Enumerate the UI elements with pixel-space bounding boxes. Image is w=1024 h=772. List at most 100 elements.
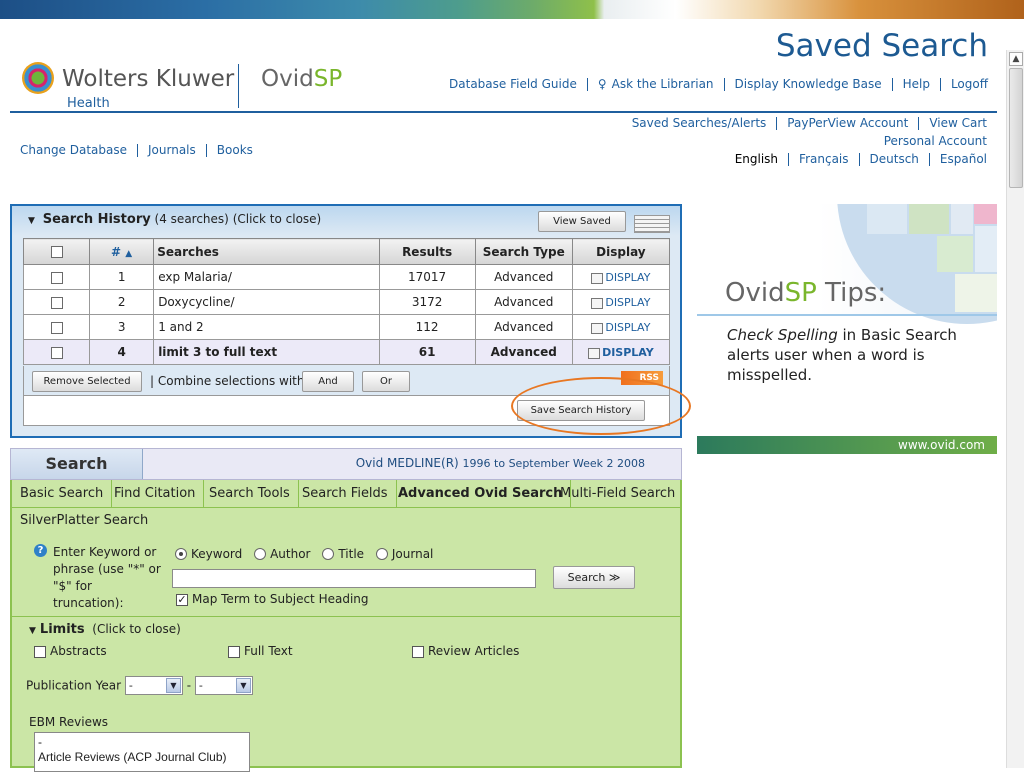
collapse-triangle-icon: ▼: [29, 626, 36, 636]
tab-basic-search[interactable]: Basic Search: [12, 480, 113, 507]
search-history-header[interactable]: ▼ Search History (4 searches) (Click to …: [28, 212, 321, 227]
limit-abstracts-checkbox[interactable]: [34, 645, 46, 658]
map-term-label: Map Term to Subject Heading: [192, 592, 369, 606]
ovidsp-tips-ad[interactable]: OvidSP Tips: Check Spelling in Basic Sea…: [697, 204, 997, 454]
ebm-reviews-label: EBM Reviews: [29, 715, 109, 729]
display-link[interactable]: DISPLAY: [591, 271, 650, 284]
row-checkbox[interactable]: [50, 321, 63, 334]
lang-english[interactable]: English: [725, 153, 788, 166]
search-mode-radios: Keyword Author Title Journal: [175, 546, 441, 561]
row-checkbox[interactable]: [50, 346, 63, 359]
logo-divider: [238, 64, 239, 108]
link-journals[interactable]: Journals: [137, 144, 206, 157]
row-checkbox[interactable]: [50, 271, 63, 284]
language-links: English Français Deutsch Español: [725, 153, 997, 166]
nav-database-field-guide[interactable]: Database Field Guide: [439, 78, 587, 91]
ad-square: [937, 236, 973, 272]
view-saved-button[interactable]: View Saved: [538, 211, 626, 232]
search-section-tab[interactable]: Search: [11, 449, 143, 479]
ad-title-ovid: Ovid: [725, 278, 785, 308]
account-links-2: Personal Account: [874, 135, 997, 148]
link-saved-searches-alerts[interactable]: Saved Searches/Alerts: [622, 117, 777, 130]
radio-keyword[interactable]: [175, 547, 187, 560]
search-tabs: Basic Search Find Citation Search Tools …: [12, 480, 680, 536]
remove-selected-button[interactable]: Remove Selected: [32, 371, 142, 392]
tab-silverplatter-search[interactable]: SilverPlatter Search: [12, 507, 156, 534]
ad-decoration: OvidSP Tips:: [697, 204, 997, 324]
radio-author[interactable]: [254, 547, 267, 560]
radio-title[interactable]: [322, 547, 335, 560]
ebm-reviews-list[interactable]: - Article Reviews (ACP Journal Club): [34, 732, 250, 772]
display-link[interactable]: DISPLAY: [591, 321, 650, 334]
tab-multi-field-search[interactable]: Multi-Field Search: [552, 480, 683, 507]
ad-title: OvidSP Tips:: [725, 278, 886, 308]
row-number: 1: [89, 264, 155, 290]
search-history-title: Search History: [42, 212, 151, 227]
tab-advanced-ovid-search[interactable]: Advanced Ovid Search: [390, 480, 572, 507]
scrollbar-thumb[interactable]: [1009, 68, 1023, 188]
link-personal-account[interactable]: Personal Account: [874, 135, 997, 148]
map-term-checkbox[interactable]: ✓: [176, 593, 188, 606]
col-results: Results: [378, 238, 476, 265]
scroll-up-icon[interactable]: ▲: [1009, 52, 1023, 66]
radio-author-label: Author: [270, 546, 311, 561]
page-scrollbar[interactable]: ▲: [1006, 50, 1024, 768]
display-link[interactable]: DISPLAY: [591, 296, 650, 309]
row-select-cell: [22, 314, 91, 340]
lang-francais[interactable]: Français: [788, 153, 858, 166]
search-button[interactable]: Search ≫: [553, 566, 635, 589]
tab-search-tools[interactable]: Search Tools: [201, 480, 299, 507]
nav-ask-the-librarian[interactable]: ♀ Ask the Librarian: [586, 78, 724, 91]
limit-abstracts-label: Abstracts: [50, 644, 107, 658]
nav-display-knowledge-base[interactable]: Display Knowledge Base: [723, 78, 892, 91]
table-row: 1 exp Malaria/ 17017 Advanced DISPLAY: [22, 264, 671, 290]
map-term-option: ✓ Map Term to Subject Heading: [176, 592, 369, 606]
database-range: 1996 to September Week 2 2008: [462, 457, 645, 470]
limit-review-articles-checkbox[interactable]: [412, 645, 424, 658]
list-view-icon[interactable]: [634, 215, 670, 233]
link-view-cart[interactable]: View Cart: [918, 117, 997, 130]
limit-full-text: Full Text: [228, 644, 293, 658]
lang-espanol[interactable]: Español: [928, 153, 997, 166]
nav-help[interactable]: Help: [891, 78, 940, 91]
sp-text: SP: [313, 66, 343, 92]
row-results: 112: [378, 314, 476, 340]
row-type: Advanced: [474, 339, 573, 365]
select-all-checkbox[interactable]: [50, 246, 63, 258]
highlight-annotation-oval: [511, 377, 691, 435]
combine-or-button[interactable]: Or: [362, 371, 410, 392]
list-item[interactable]: -: [38, 735, 246, 750]
tab-search-fields[interactable]: Search Fields: [294, 480, 397, 507]
col-search-type: Search Type: [474, 238, 573, 265]
ovid-text: Ovid: [261, 66, 314, 92]
wk-logo-icon: [22, 62, 54, 94]
pub-year-from-select[interactable]: - ▼: [124, 676, 183, 695]
table-row: 3 1 and 2 112 Advanced DISPLAY: [22, 314, 671, 340]
ovidsp-logo[interactable]: OvidSP: [261, 66, 342, 92]
limits-header[interactable]: ▼ Limits (Click to close): [29, 622, 181, 637]
combine-and-button[interactable]: And: [302, 371, 354, 392]
search-input[interactable]: [172, 569, 536, 588]
list-item[interactable]: Article Reviews (ACP Journal Club): [38, 750, 246, 765]
pub-year-to-select[interactable]: - ▼: [194, 676, 253, 695]
help-icon[interactable]: ?: [34, 544, 47, 557]
display-link[interactable]: DISPLAY: [588, 346, 654, 359]
link-books[interactable]: Books: [205, 144, 263, 157]
display-link-label: DISPLAY: [605, 296, 651, 309]
top-nav: Database Field Guide ♀ Ask the Librarian …: [439, 78, 998, 91]
row-checkbox[interactable]: [50, 296, 63, 309]
ad-square: [974, 204, 997, 224]
radio-journal[interactable]: [375, 547, 388, 560]
ad-title-sp: SP: [784, 278, 817, 308]
row-type: Advanced: [474, 289, 573, 315]
link-payperview-account[interactable]: PayPerView Account: [776, 117, 918, 130]
lang-deutsch[interactable]: Deutsch: [858, 153, 929, 166]
tab-find-citation[interactable]: Find Citation: [106, 480, 205, 507]
limit-full-text-checkbox[interactable]: [228, 645, 240, 658]
display-link-label: DISPLAY: [605, 321, 651, 334]
link-change-database[interactable]: Change Database: [10, 144, 137, 157]
display-icon: [591, 297, 604, 309]
row-type: Advanced: [474, 264, 573, 290]
nav-logoff[interactable]: Logoff: [939, 78, 998, 91]
col-number[interactable]: # ▲: [89, 238, 155, 265]
